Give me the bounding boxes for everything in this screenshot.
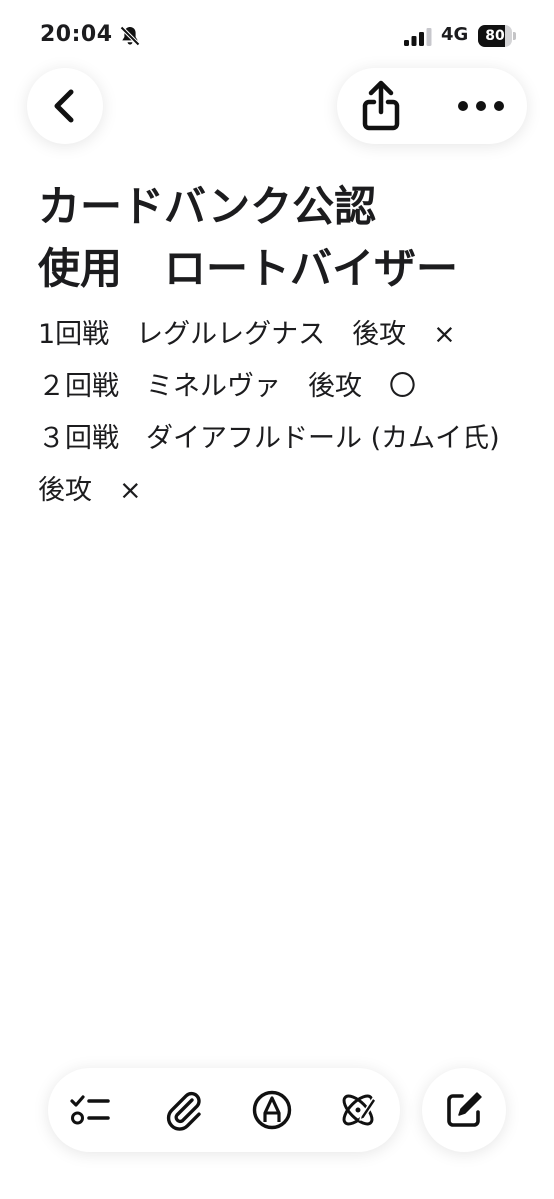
status-time: 20:04 <box>40 22 113 47</box>
bottom-toolbar <box>48 1068 400 1152</box>
note-title[interactable]: カードバンク公認 使用 ロートバイザー <box>38 176 518 300</box>
ellipsis-icon[interactable] <box>451 86 511 126</box>
signal-bars-icon <box>404 28 432 46</box>
markup-pen-icon[interactable] <box>250 1088 294 1132</box>
share-icon[interactable] <box>355 78 407 134</box>
note-line-1[interactable]: 1回戦 レグルレグナス 後攻 × <box>38 309 518 361</box>
writing-tools-icon[interactable] <box>336 1088 380 1132</box>
note-line-2[interactable]: ２回戦 ミネルヴァ 後攻 〇 <box>38 361 518 413</box>
status-bar: 20:04 4G 80 <box>0 0 554 72</box>
note-body[interactable]: 1回戦 レグルレグナス 後攻 × ２回戦 ミネルヴァ 後攻 〇 ３回戦 ダイアフ… <box>38 309 518 517</box>
note-content[interactable]: カードバンク公認 使用 ロートバイザー 1回戦 レグルレグナス 後攻 × ２回戦… <box>38 176 518 517</box>
compose-icon <box>447 1092 482 1127</box>
bell-slash-icon <box>120 26 140 46</box>
compose-button[interactable] <box>422 1068 506 1152</box>
back-button[interactable] <box>27 68 103 144</box>
battery-icon: 80 <box>478 25 516 47</box>
network-label: 4G <box>441 24 469 45</box>
note-actions <box>337 68 527 144</box>
paperclip-icon[interactable] <box>162 1088 206 1132</box>
note-line-3[interactable]: ３回戦 ダイアフルドール (カムイ氏) 後攻 × <box>38 413 518 517</box>
checklist-icon[interactable] <box>68 1088 112 1132</box>
battery-level: 80 <box>485 28 505 44</box>
chevron-left-icon <box>54 89 74 123</box>
